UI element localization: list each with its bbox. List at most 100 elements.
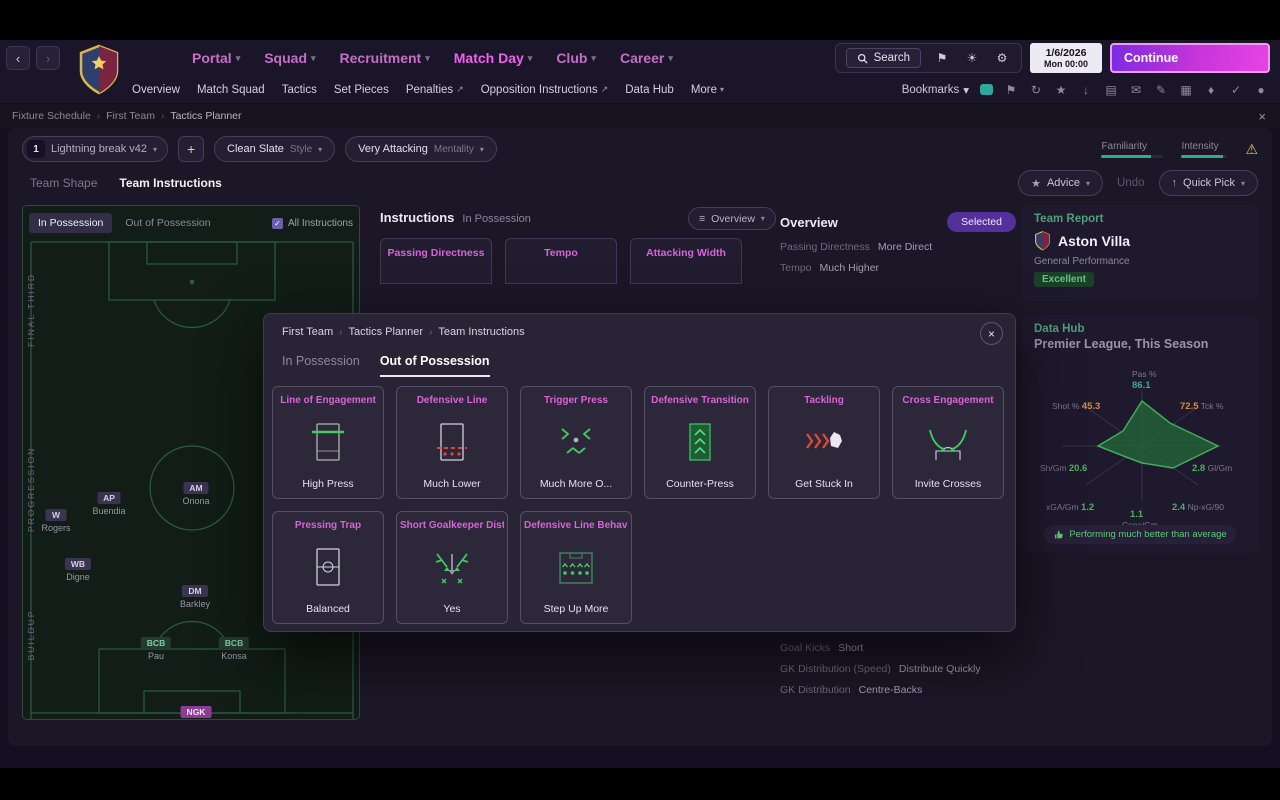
subnav-overview[interactable]: Overview [132, 84, 180, 96]
team-name[interactable]: Aston Villa [1058, 233, 1130, 249]
advice-button[interactable]: ★ Advice ▾ [1018, 170, 1103, 196]
player-onona[interactable]: AMOnona [182, 482, 209, 506]
all-instructions-toggle[interactable]: ✓ All Instructions [272, 218, 353, 229]
game-date[interactable]: 1/6/2026 Mon 00:00 [1030, 43, 1102, 73]
download-icon[interactable]: ↓ [1079, 83, 1093, 97]
player-rogers[interactable]: WRogers [41, 509, 70, 533]
crumb-fixture-schedule[interactable]: Fixture Schedule [12, 110, 91, 122]
menu-recruitment[interactable]: Recruitment▾ [340, 50, 430, 66]
team-report-panel: Team Report Aston Villa General Performa… [1022, 205, 1258, 301]
forward-button[interactable]: › [36, 46, 60, 70]
notes-icon[interactable]: ✎ [1154, 83, 1168, 97]
warning-icon[interactable]: ⚠ [1245, 141, 1258, 158]
instruction-card-defensive-line-behaviour[interactable]: Defensive Line Behavio Step Up More [520, 511, 632, 624]
player-digne[interactable]: WBDigne [65, 558, 91, 582]
grid-icon[interactable]: ▦ [1179, 83, 1193, 97]
search-icon [857, 53, 868, 64]
summary-row: GK DistributionCentre-Backs [780, 684, 1016, 696]
chevron-down-icon: ▾ [311, 53, 316, 64]
subnav-penalties[interactable]: Penalties↗ [406, 84, 464, 96]
crumb-first-team[interactable]: First Team [282, 326, 333, 338]
general-performance-label: General Performance [1022, 251, 1258, 267]
menu-career[interactable]: Career▾ [620, 50, 673, 66]
breadcrumb-sep-icon: › [161, 111, 164, 122]
flag-icon[interactable]: ⚑ [1004, 83, 1018, 97]
instruction-card-defensive-line[interactable]: Defensive Line Much Lower [396, 386, 508, 499]
instruction-card-pressing-trap[interactable]: Pressing Trap Balanced [272, 511, 384, 624]
subnav-tactics[interactable]: Tactics [282, 84, 317, 96]
transfers-icon[interactable]: ♦ [1204, 83, 1218, 97]
undo-button[interactable]: Undo [1117, 177, 1145, 189]
report-icon[interactable]: ▤ [1104, 83, 1118, 97]
crumb-team-instructions[interactable]: Team Instructions [438, 326, 524, 338]
instruction-card-defensive-transition[interactable]: Defensive Transition Counter-Press [644, 386, 756, 499]
crumb-tactics-planner[interactable]: Tactics Planner [170, 110, 241, 122]
radar-axis-label: 72.5 Tck % [1180, 401, 1223, 412]
suggestions-icon[interactable]: ☀ [963, 51, 981, 65]
zone-final-third: FINAL THIRD [26, 268, 36, 352]
instruction-tab-attacking-width[interactable]: Attacking Width [630, 238, 742, 284]
chat-icon[interactable] [980, 84, 993, 95]
crumb-first-team[interactable]: First Team [106, 110, 155, 122]
crumb-tactics-planner[interactable]: Tactics Planner [348, 326, 423, 338]
player-julif[interactable]: NGKJulif [181, 706, 212, 720]
instruction-card-trigger-press[interactable]: Trigger Press Much More O... [520, 386, 632, 499]
subnav-set-pieces[interactable]: Set Pieces [334, 84, 389, 96]
subnav-opposition-instructions[interactable]: Opposition Instructions↗ [481, 84, 609, 96]
mail-icon[interactable]: ✉ [1129, 83, 1143, 97]
instruction-tab-tempo[interactable]: Tempo [505, 238, 617, 284]
player-barkley[interactable]: DMBarkley [180, 585, 210, 609]
quick-pick-button[interactable]: ↑ Quick Pick ▾ [1159, 170, 1258, 196]
subnav-more[interactable]: More▾ [691, 84, 724, 96]
player-konsa[interactable]: BCBKonsa [219, 637, 249, 661]
refresh-icon[interactable]: ↻ [1029, 83, 1043, 97]
instruction-card-line-of-engagement[interactable]: Line of Engagement High Press [272, 386, 384, 499]
view-mode-select[interactable]: ≡ Overview ▾ [688, 207, 776, 230]
overview-title: Overview [780, 215, 838, 230]
selected-button[interactable]: Selected [947, 212, 1016, 232]
instruction-card-short-goalkeeper-distribution[interactable]: Short Goalkeeper Distr Yes [396, 511, 508, 624]
dialog-tab-out-of-possession[interactable]: Out of Possession [380, 354, 490, 377]
add-tactic-button[interactable]: + [178, 136, 204, 162]
mentality-select[interactable]: Very Attacking Mentality ▾ [345, 136, 497, 162]
external-link-icon: ↗ [601, 84, 609, 95]
pitch-out-of-possession-toggle[interactable]: Out of Possession [116, 213, 219, 233]
tactic-select[interactable]: 1 Lightning break v42 ▾ [22, 136, 168, 162]
pitch-in-possession-toggle[interactable]: In Possession [29, 213, 112, 233]
menu-club[interactable]: Club▾ [556, 50, 596, 66]
dialog-tab-in-possession[interactable]: In Possession [282, 354, 360, 377]
radar-axis-label: Sh/Gm 20.6 [1040, 463, 1087, 474]
menu-squad[interactable]: Squad▾ [264, 50, 315, 66]
menu-match-day[interactable]: Match Day▾ [454, 50, 533, 66]
player-buendia[interactable]: APBuendia [92, 492, 125, 516]
settings-gear-icon[interactable]: ⚙ [993, 51, 1011, 65]
trophy-icon[interactable]: ★ [1054, 83, 1068, 97]
player-pau[interactable]: BCBPau [141, 637, 171, 661]
bookmarks-dropdown[interactable]: Bookmarks▾ [902, 83, 969, 97]
performance-comparison-badge: Performing much better than average [1043, 525, 1236, 544]
instruction-tab-passing-directness[interactable]: Passing Directness [380, 238, 492, 284]
chevron-down-icon: ▾ [720, 85, 724, 94]
continue-button[interactable]: Continue [1110, 43, 1270, 73]
instruction-card-tackling[interactable]: Tackling Get Stuck In [768, 386, 880, 499]
close-icon[interactable]: × [1258, 109, 1266, 124]
club-crest[interactable] [78, 44, 120, 96]
bookmark-icon[interactable]: ⚑ [933, 51, 951, 65]
instruction-card-cross-engagement[interactable]: Cross Engagement Invite Crosses [892, 386, 1004, 499]
familiarity-meter: Familiarity [1101, 141, 1163, 158]
subnav-match-squad[interactable]: Match Squad [197, 84, 265, 96]
search-button[interactable]: Search [846, 48, 921, 68]
menu-portal[interactable]: Portal▾ [192, 50, 240, 66]
list-icon: ≡ [699, 213, 705, 225]
subnav-data-hub[interactable]: Data Hub [625, 84, 674, 96]
style-select[interactable]: Clean Slate Style ▾ [214, 136, 335, 162]
tackling-icon [802, 421, 846, 463]
back-button[interactable]: ‹ [6, 46, 30, 70]
screen: ‹ › Portal▾ Squad▾ Recruitment▾ Match Da… [0, 0, 1280, 800]
dialog-close-button[interactable]: × [980, 322, 1003, 345]
chevron-down-icon: ▾ [963, 83, 969, 97]
calendar-icon[interactable]: ● [1254, 83, 1268, 97]
tab-team-instructions[interactable]: Team Instructions [119, 176, 221, 190]
tasks-icon[interactable]: ✓ [1229, 83, 1243, 97]
tab-team-shape[interactable]: Team Shape [30, 176, 97, 190]
